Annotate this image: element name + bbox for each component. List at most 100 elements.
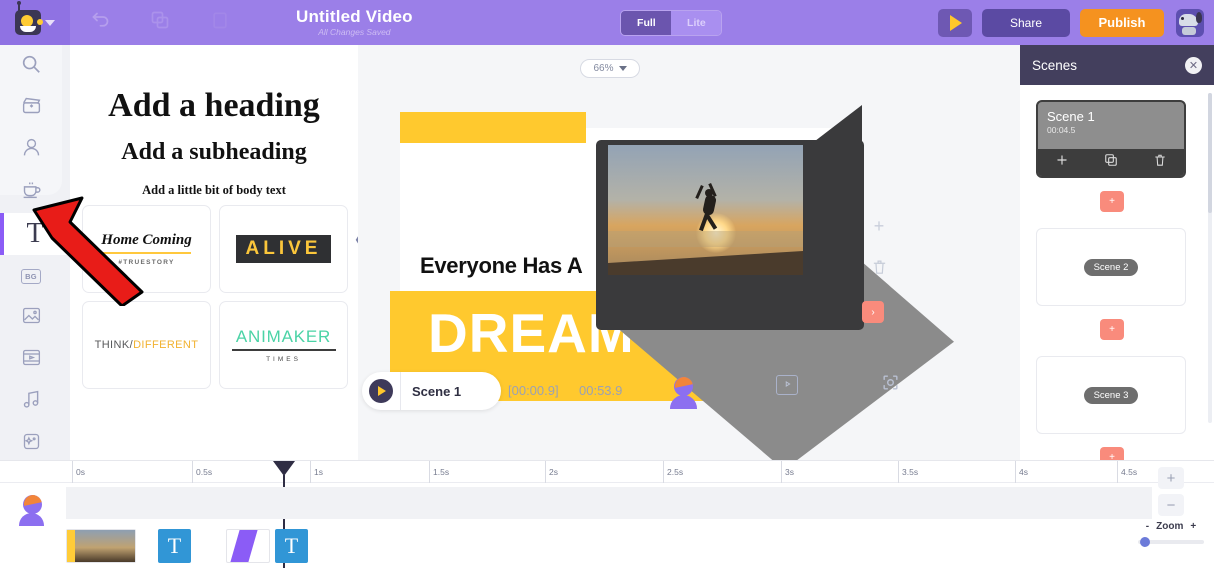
sea-band xyxy=(608,231,803,247)
add-scene-between-1[interactable]: + xyxy=(1100,191,1124,212)
slide-title-text[interactable]: Everyone Has A xyxy=(420,253,583,279)
timeline-track-background[interactable] xyxy=(66,487,1152,519)
focus-crop-icon xyxy=(881,373,900,397)
scenes-panel-title: Scenes xyxy=(1032,57,1078,73)
total-time: 00:53.9 xyxy=(579,383,623,398)
plus-icon[interactable] xyxy=(1055,153,1069,172)
film-strip-icon xyxy=(21,347,42,373)
scene-play-button[interactable] xyxy=(369,379,393,403)
trash-icon[interactable] xyxy=(1153,153,1167,173)
publish-button[interactable]: Publish xyxy=(1080,8,1164,37)
split-scene-button[interactable]: › xyxy=(862,301,884,323)
play-icon xyxy=(950,14,962,31)
image-icon xyxy=(21,305,42,331)
character-icon xyxy=(674,377,693,396)
close-icon[interactable]: ✕ xyxy=(1185,56,1202,74)
clip-tool-button[interactable] xyxy=(776,375,798,395)
zoom-plus-label[interactable]: + xyxy=(1190,521,1196,532)
sidebar-item-video[interactable] xyxy=(0,87,62,129)
scene-name: Scene 2 xyxy=(1083,258,1139,276)
slide-top-yellow-bar[interactable] xyxy=(400,112,586,143)
timeline-zoom-slider[interactable] xyxy=(1138,537,1204,547)
plus-icon: + xyxy=(873,215,885,236)
preview-play-button[interactable] xyxy=(938,8,972,37)
clip-handle[interactable] xyxy=(67,530,75,562)
scene-thumbnail-1[interactable]: Scene 1 00:04.5 xyxy=(1036,100,1186,178)
template-title: ANIMAKER xyxy=(235,326,332,346)
save-status: All Changes Saved xyxy=(318,26,391,37)
canvas-zoom-dropdown[interactable]: 66% xyxy=(580,59,640,78)
sidebar-item-music[interactable] xyxy=(0,381,62,423)
scene-player-control[interactable]: Scene 1 xyxy=(362,372,501,410)
mode-full-option[interactable]: Full xyxy=(621,10,672,35)
sidebar-item-effects[interactable] xyxy=(0,423,62,465)
template-title-part-a: THINK/ xyxy=(94,339,134,351)
timeline-ruler[interactable]: 0s 0.5s 1s 1.5s 2s 2.5s 3s 3.5s 4s 4.5s xyxy=(0,461,1214,483)
sidebar-item-video-clip[interactable] xyxy=(0,339,62,381)
zoom-minus-label[interactable]: - xyxy=(1146,521,1149,532)
jumper-silhouette xyxy=(695,182,722,233)
add-heading-option[interactable]: Add a heading xyxy=(70,87,358,125)
chevron-down-icon[interactable] xyxy=(45,19,55,26)
share-button[interactable]: Share xyxy=(982,8,1070,37)
text-template-animaker-times[interactable]: ANIMAKER TIMES xyxy=(219,301,348,389)
timeline-clip-text-1[interactable]: T xyxy=(158,529,191,563)
canvas-zoom-value: 66% xyxy=(593,63,614,74)
undo-button[interactable] xyxy=(70,0,130,45)
animaker-video-editor: Untitled Video All Changes Saved Full Li… xyxy=(0,0,1214,568)
scene-duration: 00:04.5 xyxy=(1047,125,1076,135)
logo-button[interactable] xyxy=(0,0,70,45)
template-subtitle: TIMES xyxy=(266,356,301,364)
timeline-zoom-controls: + − - Zoom + xyxy=(1138,467,1204,547)
timeline-clip-image[interactable] xyxy=(66,529,136,563)
plus-icon: + xyxy=(1166,469,1176,487)
sidebar-item-character[interactable] xyxy=(0,129,62,171)
text-template-alive[interactable]: ALIVE xyxy=(219,205,348,293)
mode-lite-option[interactable]: Lite xyxy=(671,10,722,35)
timeline-clip-shape[interactable] xyxy=(226,529,270,563)
mode-toggle[interactable]: Full Lite xyxy=(620,9,723,36)
timeline-tick: 2.5s xyxy=(663,461,683,483)
scene-thumbnail-3[interactable]: Scene 3 xyxy=(1036,356,1186,434)
duplicate-button[interactable] xyxy=(130,0,190,45)
current-time: [00:00.9] xyxy=(508,383,559,398)
clapperboard-icon xyxy=(21,95,42,121)
timeline-zoom-in-button[interactable]: + xyxy=(1158,467,1184,489)
zoom-label: Zoom xyxy=(1156,521,1184,532)
timeline-tick: 4s xyxy=(1015,461,1028,483)
project-title[interactable]: Untitled Video xyxy=(296,8,413,26)
timeline-zoom-out-button[interactable]: − xyxy=(1158,494,1184,516)
duplicate-icon[interactable] xyxy=(1104,153,1118,172)
text-T-icon: T xyxy=(284,533,299,558)
scene-name: Scene 3 xyxy=(1083,386,1139,404)
template-title: ALIVE xyxy=(235,235,332,263)
add-element-button[interactable]: + xyxy=(870,215,888,236)
focus-tool-button[interactable] xyxy=(880,375,900,395)
timeline-zoom-label-row: - Zoom + xyxy=(1138,521,1204,532)
jumping-person-photo[interactable] xyxy=(608,145,803,275)
slider-knob[interactable] xyxy=(1140,537,1150,547)
add-subheading-option[interactable]: Add a subheading xyxy=(70,139,358,166)
minus-icon: − xyxy=(1166,496,1176,514)
scene-name: Scene 1 xyxy=(1047,109,1095,124)
paste-button[interactable] xyxy=(190,0,250,45)
scenes-scrollbar[interactable] xyxy=(1208,93,1212,423)
add-scene-between-2[interactable]: + xyxy=(1100,319,1124,340)
scenes-panel: Scenes ✕ Scene 1 00:04.5 + Scene 2 + Sce… xyxy=(1020,45,1214,468)
timeline-tick: 2s xyxy=(545,461,558,483)
scrollbar-thumb[interactable] xyxy=(1208,93,1212,213)
delete-element-button[interactable] xyxy=(870,260,888,279)
playhead-handle[interactable] xyxy=(273,461,295,476)
avatar[interactable] xyxy=(1176,8,1204,37)
timeline-tick: 1s xyxy=(310,461,323,483)
timeline-row-character[interactable] xyxy=(18,495,48,529)
scene-thumbnail-2[interactable]: Scene 2 xyxy=(1036,228,1186,306)
project-title-block[interactable]: Untitled Video All Changes Saved xyxy=(296,8,413,37)
character-tool-button[interactable] xyxy=(668,377,698,409)
sidebar-item-search[interactable] xyxy=(0,45,62,87)
dark-shape-corner xyxy=(802,105,862,151)
timeline-tick: 0.5s xyxy=(192,461,212,483)
sparkle-effects-icon xyxy=(21,431,42,457)
timeline-clip-text-2[interactable]: T xyxy=(275,529,308,563)
text-template-think-different[interactable]: THINK/DIFFERENT xyxy=(82,301,211,389)
